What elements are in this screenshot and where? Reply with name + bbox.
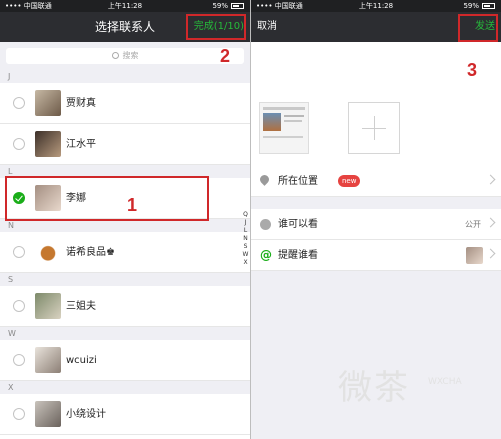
avatar: [35, 131, 61, 157]
search-icon: [111, 52, 119, 59]
contact-row[interactable]: 诺希良品♚: [0, 232, 250, 273]
contact-name: 三姐夫: [66, 301, 96, 312]
status-bar: •••• 中国联通 上午11:28 59%: [251, 0, 501, 12]
select-radio[interactable]: [13, 354, 25, 366]
avatar: [35, 90, 61, 116]
search-input[interactable]: 搜索: [6, 48, 244, 64]
contact-name: 诺希良品♚: [66, 247, 115, 258]
contact-name: 小绕设计: [66, 409, 106, 420]
contact-row[interactable]: 贾财真: [0, 83, 250, 124]
mentioned-avatar: [466, 247, 483, 264]
contact-row[interactable]: 三姐夫: [0, 286, 250, 327]
index-letter[interactable]: N: [241, 235, 250, 243]
location-label: 所在位置: [278, 176, 318, 187]
avatar: [35, 347, 61, 373]
select-radio[interactable]: [13, 408, 25, 420]
contact-row[interactable]: wcuizi: [0, 340, 250, 381]
at-icon: @: [260, 248, 272, 262]
search-area: 搜索: [0, 42, 250, 70]
watermark-logo: 微茶: [338, 368, 410, 408]
annotation-box-1: [5, 176, 209, 221]
contact-row[interactable]: 小绕设计: [0, 394, 250, 435]
avatar: [35, 239, 61, 265]
mention-row[interactable]: @ 提醒谁看: [251, 240, 501, 271]
visibility-value: 公开: [465, 220, 481, 229]
select-radio[interactable]: [13, 97, 25, 109]
avatar: [35, 401, 61, 427]
annotation-box-3: [458, 14, 498, 42]
post-composer: [251, 42, 501, 166]
thumb-line-icon: [263, 107, 305, 110]
cancel-button[interactable]: 取消: [257, 12, 277, 42]
new-badge: new: [338, 175, 361, 187]
chevron-right-icon: [485, 217, 496, 228]
select-radio[interactable]: [13, 138, 25, 150]
contact-name: 江水平: [66, 139, 96, 150]
battery-icon: [231, 3, 244, 9]
status-bar: •••• 中国联通 上午11:28 59%: [0, 0, 250, 12]
mention-label: 提醒谁看: [278, 250, 318, 261]
alphabet-index[interactable]: Q J L N S W X: [241, 211, 250, 267]
index-letter[interactable]: J: [241, 219, 250, 227]
avatar: [35, 293, 61, 319]
contact-picker-screen: •••• 中国联通 上午11:28 59% 选择联系人 完成(1/10) 搜索 …: [0, 0, 250, 439]
watermark-sub: WXCHA: [428, 377, 462, 387]
location-row[interactable]: 所在位置 new: [251, 166, 501, 197]
chevron-right-icon: [485, 248, 496, 259]
thumb-text-icon: [263, 136, 303, 138]
contact-name: wcuizi: [66, 355, 97, 366]
select-radio[interactable]: [13, 300, 25, 312]
index-letter[interactable]: L: [241, 227, 250, 235]
contact-name: 贾财真: [66, 98, 96, 109]
battery-label: 59%: [212, 2, 228, 10]
battery-icon: [482, 3, 495, 9]
search-placeholder: 搜索: [122, 51, 139, 60]
section-header-j: J: [0, 70, 250, 83]
annotation-number-2: 2: [220, 46, 231, 66]
select-radio[interactable]: [13, 246, 25, 258]
add-photo-button[interactable]: [348, 102, 400, 154]
index-letter[interactable]: X: [241, 259, 250, 267]
photo-thumbnail[interactable]: [259, 102, 309, 154]
section-header-x: X: [0, 381, 250, 394]
thumb-photo-icon: [263, 113, 281, 131]
battery-label: 59%: [463, 2, 479, 10]
location-pin-icon: [258, 173, 271, 186]
globe-icon: [260, 219, 271, 230]
annotation-number-1: 1: [127, 195, 138, 215]
section-header-w: W: [0, 327, 250, 340]
index-letter[interactable]: W: [241, 251, 250, 259]
index-letter[interactable]: Q: [241, 211, 250, 219]
chevron-right-icon: [485, 174, 496, 185]
thumb-text-icon: [284, 115, 304, 117]
thumb-text-icon: [284, 120, 302, 122]
index-letter[interactable]: S: [241, 243, 250, 251]
section-header-s: S: [0, 273, 250, 286]
annotation-number-3: 3: [467, 60, 478, 80]
contact-row[interactable]: 江水平: [0, 124, 250, 165]
visibility-row[interactable]: 谁可以看 公开: [251, 209, 501, 240]
visibility-label: 谁可以看: [278, 219, 318, 230]
annotation-box-2: [186, 14, 246, 40]
